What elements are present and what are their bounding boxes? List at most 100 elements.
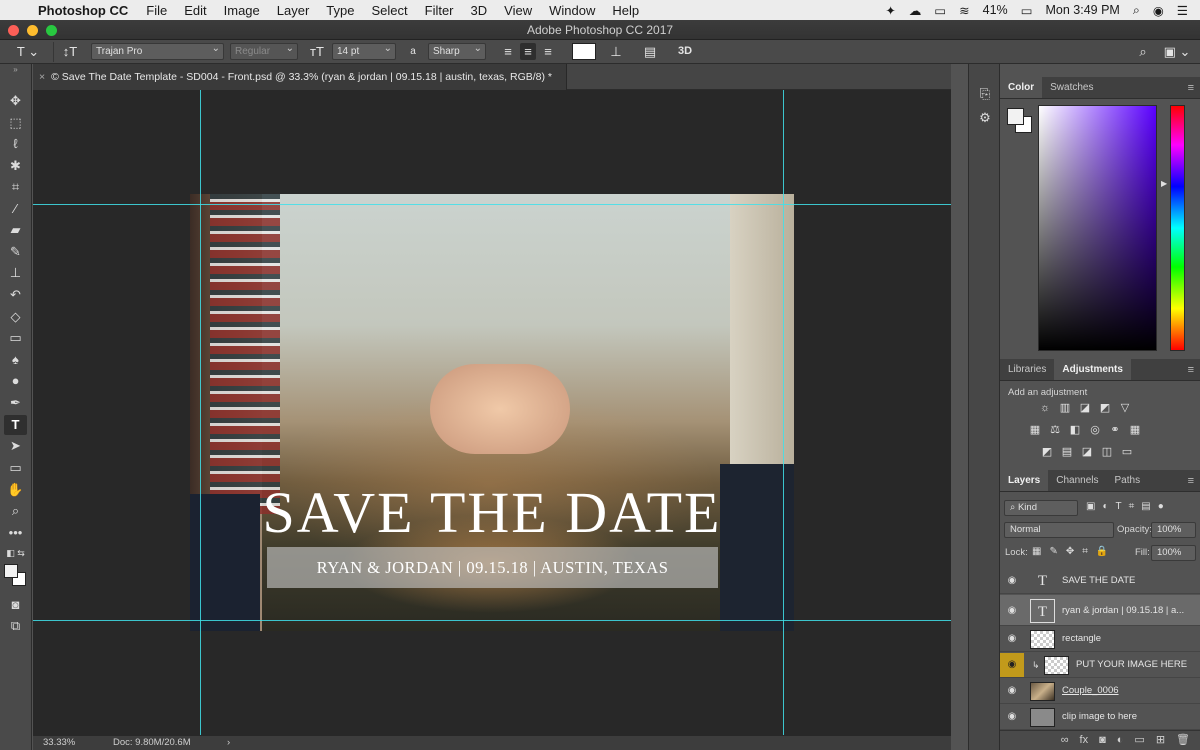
pen-tool-icon[interactable]: ✒ [4, 393, 27, 413]
close-window-icon[interactable] [8, 25, 19, 36]
tab-layers[interactable]: Layers [1000, 470, 1049, 491]
link-layers-icon[interactable]: ∞ [1061, 731, 1069, 750]
lasso-tool-icon[interactable]: ℓ [4, 134, 27, 154]
guide-vertical-right[interactable] [783, 90, 784, 735]
tab-channels[interactable]: Channels [1048, 470, 1106, 491]
menu-layer[interactable]: Layer [277, 3, 310, 18]
zoom-window-icon[interactable] [46, 25, 57, 36]
threshold-icon[interactable]: ◪ [1080, 446, 1094, 459]
character-panel-icon[interactable]: ▤ [640, 43, 660, 60]
menu-3d[interactable]: 3D [471, 3, 488, 18]
tab-color[interactable]: Color [1000, 77, 1043, 98]
search-icon[interactable]: ⌕ [1134, 43, 1152, 60]
visibility-eye-icon[interactable]: ◉ [1000, 595, 1024, 626]
layer-row[interactable]: ◉ rectangle [1000, 627, 1200, 652]
layers-panel-menu-icon[interactable]: ≡ [1188, 470, 1194, 492]
gradient-tool-icon[interactable]: ▭ [4, 328, 27, 348]
swap-colors-icon[interactable]: ◧ ⇆ [4, 543, 27, 563]
layer-row[interactable]: ◉ ↳ PUT YOUR IMAGE HERE [1000, 653, 1200, 678]
marquee-tool-icon[interactable]: ⬚ [4, 113, 27, 133]
tab-swatches[interactable]: Swatches [1042, 77, 1101, 98]
guide-horizontal-top[interactable] [33, 204, 951, 205]
curves-icon[interactable]: ◪ [1078, 402, 1092, 415]
new-adjustment-layer-icon[interactable]: ◐ [1117, 731, 1124, 750]
lock-transparent-icon[interactable]: ▦ [1032, 546, 1041, 557]
healing-brush-tool-icon[interactable]: ▰ [4, 220, 27, 240]
history-brush-tool-icon[interactable]: ↶ [4, 285, 27, 305]
save-the-date-headline[interactable]: SAVE THE DATE [190, 480, 794, 546]
dropbox-icon[interactable]: ✦ [885, 3, 895, 18]
font-size-select[interactable]: 14 pt [332, 41, 396, 60]
guide-horizontal-bottom[interactable] [33, 620, 951, 621]
clone-stamp-tool-icon[interactable]: ⊥ [4, 263, 27, 283]
color-panel-foreground-swatch[interactable] [1007, 108, 1024, 125]
visibility-eye-icon[interactable]: ◉ [1000, 679, 1024, 703]
align-left-icon[interactable]: ≡ [500, 43, 516, 60]
fill-input[interactable]: 100% [1151, 545, 1196, 561]
properties-panel-icon[interactable]: ⚙ [976, 110, 994, 128]
3d-icon[interactable]: 3D [674, 43, 696, 60]
battery-percent[interactable]: 41% [983, 3, 1008, 17]
collapse-tools-icon[interactable]: » [0, 64, 31, 76]
lock-pixels-icon[interactable]: ✎ [1049, 546, 1057, 557]
exposure-icon[interactable]: ◩ [1098, 402, 1112, 415]
selective-color-icon[interactable]: ◫ [1100, 446, 1114, 459]
menu-window[interactable]: Window [549, 3, 595, 18]
filter-smart-icon[interactable]: ▤ [1141, 501, 1150, 512]
lock-artboard-icon[interactable]: ⌗ [1082, 546, 1088, 557]
clock[interactable]: Mon 3:49 PM [1046, 3, 1120, 17]
eraser-tool-icon[interactable]: ◇ [4, 307, 27, 327]
align-center-icon[interactable]: ≡ [520, 43, 536, 60]
airplay-icon[interactable]: ▭ [934, 3, 946, 18]
menu-select[interactable]: Select [371, 3, 407, 18]
move-tool-icon[interactable]: ✥ [4, 91, 27, 111]
brightness-icon[interactable]: ☼ [1038, 402, 1052, 415]
status-menu-arrow-icon[interactable]: › [227, 736, 230, 750]
opacity-input[interactable]: 100% [1151, 522, 1196, 538]
hue-slider[interactable] [1170, 105, 1185, 351]
menu-file[interactable]: File [146, 3, 167, 18]
menu-edit[interactable]: Edit [184, 3, 206, 18]
document-tab[interactable]: × © Save The Date Template - SD004 - Fron… [33, 64, 567, 90]
lock-position-icon[interactable]: ✥ [1066, 546, 1074, 557]
more-tools-icon[interactable]: ••• [4, 523, 27, 543]
invert-icon[interactable]: ◩ [1040, 446, 1054, 459]
hue-saturation-icon[interactable]: ▦ [1028, 424, 1042, 437]
layer-style-icon[interactable]: fx [1080, 731, 1089, 750]
color-balance-icon[interactable]: ⚖ [1048, 424, 1062, 437]
layer-row[interactable]: ◉ Couple_0006 [1000, 679, 1200, 704]
filter-type-icon[interactable]: T [1116, 501, 1122, 512]
eyedropper-tool-icon[interactable]: ⁄ [4, 199, 27, 219]
color-panel-menu-icon[interactable]: ≡ [1188, 77, 1194, 99]
font-family-select[interactable]: Trajan Pro [91, 41, 224, 60]
spotlight-icon[interactable]: ⌕ [1133, 3, 1140, 18]
filter-pixel-icon[interactable]: ▣ [1086, 501, 1095, 512]
tab-paths[interactable]: Paths [1107, 470, 1149, 491]
blend-mode-select[interactable]: Normal [1004, 522, 1114, 538]
lock-all-icon[interactable]: 🔒 [1096, 546, 1108, 557]
filter-shape-icon[interactable]: ⌗ [1129, 501, 1135, 512]
names-date-banner[interactable]: RYAN & JORDAN | 09.15.18 | AUSTIN, TEXAS [267, 547, 718, 588]
zoom-tool-icon[interactable]: ⌕ [4, 501, 27, 521]
foreground-color-swatch[interactable] [4, 564, 18, 578]
text-color-swatch[interactable] [572, 43, 596, 60]
hand-tool-icon[interactable]: ✋ [4, 480, 27, 500]
type-tool-icon[interactable]: T [4, 415, 27, 435]
tab-adjustments[interactable]: Adjustments [1054, 359, 1131, 380]
dodge-tool-icon[interactable]: ● [4, 371, 27, 391]
filter-toggle-icon[interactable]: ● [1158, 501, 1164, 512]
artboard-photo[interactable]: SAVE THE DATE RYAN & JORDAN | 09.15.18 |… [190, 194, 794, 631]
layer-row[interactable]: ◉ clip image to here [1000, 705, 1200, 730]
add-mask-icon[interactable]: ◙ [1099, 731, 1106, 750]
layer-row-selected[interactable]: ◉ T ryan & jordan | 09.15.18 | a... [1000, 595, 1200, 626]
font-style-select[interactable]: Regular [230, 41, 298, 60]
rectangle-tool-icon[interactable]: ▭ [4, 458, 27, 478]
creative-cloud-icon[interactable]: ☁ [909, 3, 922, 18]
crop-tool-icon[interactable]: ⌗ [4, 177, 27, 197]
layer-filter-select[interactable]: ⌕ Kind [1004, 500, 1078, 516]
screen-mode-icon[interactable]: ⧉ [4, 616, 27, 636]
quick-mask-icon[interactable]: ◙ [4, 595, 27, 615]
document-canvas[interactable]: SAVE THE DATE RYAN & JORDAN | 09.15.18 |… [33, 90, 951, 735]
filter-adjustment-icon[interactable]: ◐ [1102, 501, 1108, 512]
levels-icon[interactable]: ▥ [1058, 402, 1072, 415]
